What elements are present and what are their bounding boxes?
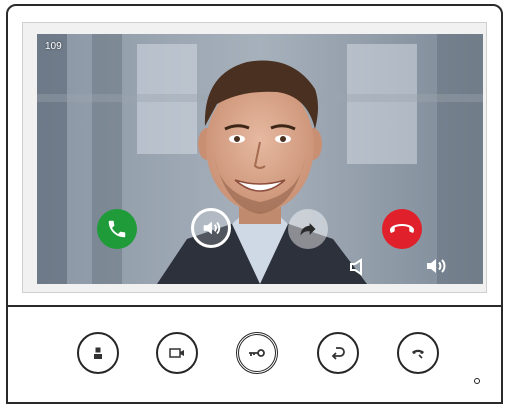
caller-video-feed — [37, 34, 483, 284]
return-arrow-icon — [331, 347, 345, 360]
answer-call-button[interactable] — [97, 209, 137, 249]
monitor-button[interactable] — [77, 332, 119, 374]
speaker-icon — [203, 221, 221, 235]
camera-icon — [169, 348, 184, 358]
hang-up-button[interactable] — [382, 209, 422, 249]
forward-call-button[interactable] — [288, 209, 328, 249]
camera-button[interactable] — [156, 332, 198, 374]
volume-down-button[interactable] — [349, 258, 365, 281]
person-icon — [94, 347, 102, 359]
talk-button[interactable] — [397, 332, 439, 374]
return-button[interactable] — [317, 332, 359, 374]
key-icon — [249, 349, 265, 357]
volume-up-button[interactable] — [425, 256, 449, 281]
phone-hangup-icon — [390, 224, 414, 233]
video-screen: 109 — [37, 34, 483, 284]
channel-number: 109 — [45, 41, 62, 52]
unlock-button[interactable] — [236, 332, 278, 374]
speaker-toggle-button[interactable] — [191, 208, 231, 248]
volume-up-icon — [427, 259, 446, 273]
status-led — [474, 378, 480, 384]
handset-icon — [412, 349, 424, 359]
forward-arrow-icon — [300, 223, 316, 236]
volume-down-icon — [350, 258, 362, 276]
phone-icon — [108, 220, 126, 238]
housing-divider — [6, 305, 503, 307]
